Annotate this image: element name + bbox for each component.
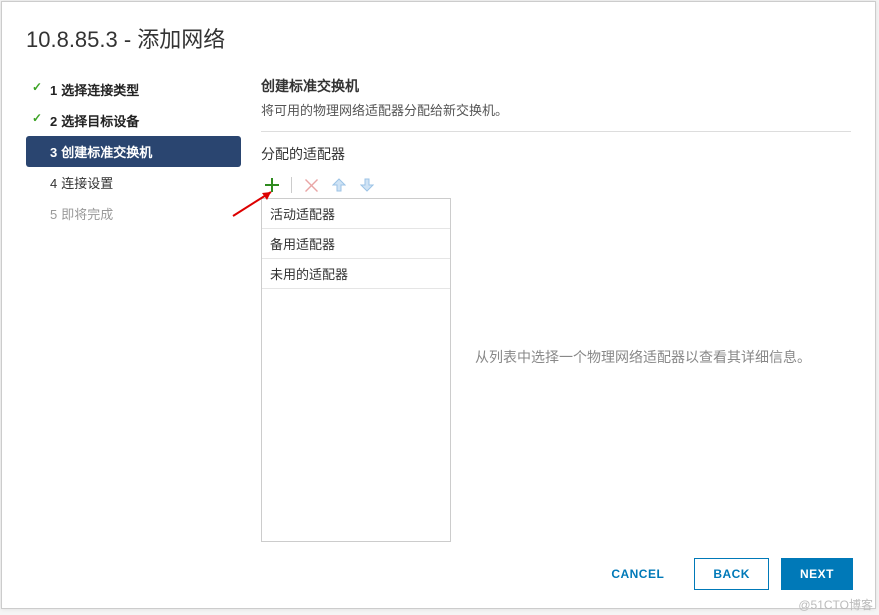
content-title: 创建标准交换机 [261, 76, 851, 96]
section-label: 分配的适配器 [261, 144, 851, 164]
wizard-step-4[interactable]: 4 连接设置 [26, 167, 241, 198]
dialog-header: 10.8.85.3 - 添加网络 [2, 2, 875, 64]
wizard-sidebar: 1 选择连接类型 2 选择目标设备 3 创建标准交换机 4 连接设置 5 即将完成 [26, 64, 241, 542]
dialog-title: 10.8.85.3 - 添加网络 [26, 22, 851, 54]
watermark: @51CTO博客 [798, 596, 873, 613]
next-button[interactable]: NEXT [781, 558, 853, 590]
adapter-group-standby[interactable]: 备用适配器 [262, 229, 450, 259]
add-adapter-button[interactable] [263, 176, 281, 194]
adapter-left-column: 活动适配器 备用适配器 未用的适配器 [261, 172, 451, 542]
cancel-button[interactable]: CANCEL [593, 558, 682, 590]
move-up-button[interactable] [330, 176, 348, 194]
adapter-group-unused[interactable]: 未用的适配器 [262, 259, 450, 289]
wizard-step-3[interactable]: 3 创建标准交换机 [26, 136, 241, 167]
wizard-content: 创建标准交换机 将可用的物理网络适配器分配给新交换机。 分配的适配器 [241, 64, 851, 542]
detail-placeholder: 从列表中选择一个物理网络适配器以查看其详细信息。 [475, 346, 811, 368]
content-description: 将可用的物理网络适配器分配给新交换机。 [261, 100, 851, 119]
remove-adapter-button[interactable] [302, 176, 320, 194]
step-label: 连接设置 [61, 176, 113, 191]
adapter-group-active[interactable]: 活动适配器 [262, 199, 450, 229]
arrow-up-icon [332, 178, 346, 192]
x-icon [305, 179, 318, 192]
adapter-list[interactable]: 活动适配器 备用适配器 未用的适配器 [261, 198, 451, 542]
plus-icon [265, 178, 279, 192]
step-number: 3 [50, 145, 57, 160]
divider [261, 131, 851, 132]
step-label: 创建标准交换机 [61, 145, 152, 160]
wizard-step-5: 5 即将完成 [26, 198, 241, 229]
step-number: 1 [50, 83, 57, 98]
adapter-toolbar [261, 172, 451, 198]
move-down-button[interactable] [358, 176, 376, 194]
step-label: 选择连接类型 [61, 83, 139, 98]
step-label: 即将完成 [61, 207, 113, 222]
wizard-step-2[interactable]: 2 选择目标设备 [26, 105, 241, 136]
dialog-body: 1 选择连接类型 2 选择目标设备 3 创建标准交换机 4 连接设置 5 即将完成 创建标… [2, 64, 875, 542]
adapter-panel: 活动适配器 备用适配器 未用的适配器 从列表中选择一个物理网络适配器以查看其详细… [261, 172, 851, 542]
toolbar-separator [291, 177, 292, 193]
arrow-down-icon [360, 178, 374, 192]
adapter-detail-panel: 从列表中选择一个物理网络适配器以查看其详细信息。 [475, 172, 851, 542]
step-number: 5 [50, 207, 57, 222]
back-button[interactable]: BACK [694, 558, 769, 590]
step-number: 4 [50, 176, 57, 191]
dialog-footer: CANCEL BACK NEXT [2, 542, 875, 608]
step-number: 2 [50, 114, 57, 129]
wizard-step-1[interactable]: 1 选择连接类型 [26, 74, 241, 105]
step-label: 选择目标设备 [61, 114, 139, 129]
add-network-dialog: 10.8.85.3 - 添加网络 1 选择连接类型 2 选择目标设备 3 创建标准交换… [1, 1, 876, 609]
